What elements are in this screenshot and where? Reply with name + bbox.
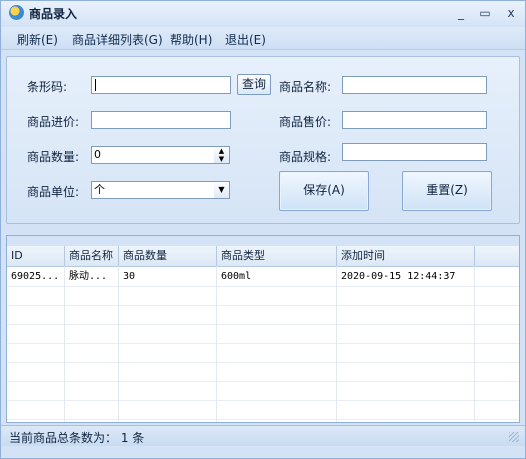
grid-top-band	[7, 236, 519, 246]
chevron-down-icon[interactable]: ▼	[214, 181, 230, 199]
title-bar: 商品录入 _ ▭ x	[1, 1, 525, 25]
sale-price-label: 商品售价:	[279, 115, 332, 129]
app-logo-icon	[9, 5, 24, 20]
unit-label: 商品单位:	[27, 185, 80, 199]
cell-id: 69025...	[11, 271, 60, 282]
query-button[interactable]: 查询	[237, 74, 271, 95]
minimize-button[interactable]: _	[453, 5, 469, 21]
maximize-button[interactable]: ▭	[477, 5, 493, 21]
empty-row	[7, 362, 519, 382]
barcode-label: 条形码:	[27, 80, 68, 94]
menu-help[interactable]: 帮助(H)	[170, 31, 212, 48]
quantity-stepper[interactable]: 0	[91, 146, 215, 164]
spec-label: 商品规格:	[279, 150, 332, 164]
empty-row	[7, 286, 519, 306]
text-cursor	[95, 79, 96, 91]
quantity-spin-buttons[interactable]: ▲ ▼	[214, 146, 230, 164]
menu-refresh[interactable]: 刷新(E)	[17, 31, 58, 48]
record-count-status: 当前商品总条数为： 1 条	[9, 431, 145, 445]
grid-header: ID 商品名称 商品数量 商品类型 添加时间	[7, 246, 519, 267]
cost-price-input[interactable]	[91, 111, 231, 129]
empty-row	[7, 305, 519, 325]
table-row[interactable]: 69025... 脉动... 30 600ml 2020-09-15 12:44…	[7, 267, 519, 287]
product-name-input[interactable]	[342, 76, 487, 94]
menu-product-detail-list[interactable]: 商品详细列表(G)	[72, 31, 163, 48]
product-name-label: 商品名称:	[279, 80, 332, 94]
status-bar: 当前商品总条数为： 1 条	[1, 425, 525, 446]
empty-row	[7, 381, 519, 401]
column-header-name[interactable]: 商品名称	[65, 246, 119, 266]
resize-grip-icon[interactable]	[509, 432, 519, 442]
spec-input[interactable]	[342, 143, 487, 161]
menu-exit[interactable]: 退出(E)	[225, 31, 266, 48]
cost-price-label: 商品进价:	[27, 115, 80, 129]
empty-row	[7, 324, 519, 344]
product-grid: ID 商品名称 商品数量 商品类型 添加时间 69025... 脉动... 30…	[6, 235, 520, 423]
unit-select[interactable]: 个	[91, 181, 215, 199]
barcode-input[interactable]	[91, 76, 231, 94]
window-title: 商品录入	[29, 7, 78, 21]
sale-price-input[interactable]	[342, 111, 487, 129]
close-button[interactable]: x	[503, 5, 519, 21]
spin-up-icon[interactable]: ▲	[214, 147, 229, 155]
grid-column-divider	[216, 266, 217, 422]
grid-column-divider	[336, 266, 337, 422]
spin-down-icon[interactable]: ▼	[214, 155, 229, 163]
reset-button[interactable]: 重置(Z)	[402, 171, 492, 211]
quantity-label: 商品数量:	[27, 150, 80, 164]
column-header-quantity[interactable]: 商品数量	[119, 246, 217, 266]
cell-type: 600ml	[221, 271, 252, 282]
grid-column-divider	[474, 266, 475, 422]
cell-added-time: 2020-09-15 12:44:37	[341, 271, 456, 282]
empty-row	[7, 343, 519, 363]
app-window: 商品录入 _ ▭ x 刷新(E) 商品详细列表(G) 帮助(H) 退出(E) 条…	[0, 0, 526, 459]
column-header-id[interactable]: ID	[7, 246, 65, 266]
column-header-added-time[interactable]: 添加时间	[337, 246, 475, 266]
cell-quantity: 30	[123, 271, 136, 282]
grid-column-divider	[118, 266, 119, 422]
cell-name: 脉动...	[69, 271, 108, 282]
save-button[interactable]: 保存(A)	[279, 171, 369, 211]
menu-bar: 刷新(E) 商品详细列表(G) 帮助(H) 退出(E)	[1, 27, 525, 50]
column-header-type[interactable]: 商品类型	[217, 246, 337, 266]
grid-column-divider	[64, 266, 65, 422]
column-header-filler	[475, 246, 519, 266]
empty-row	[7, 400, 519, 420]
